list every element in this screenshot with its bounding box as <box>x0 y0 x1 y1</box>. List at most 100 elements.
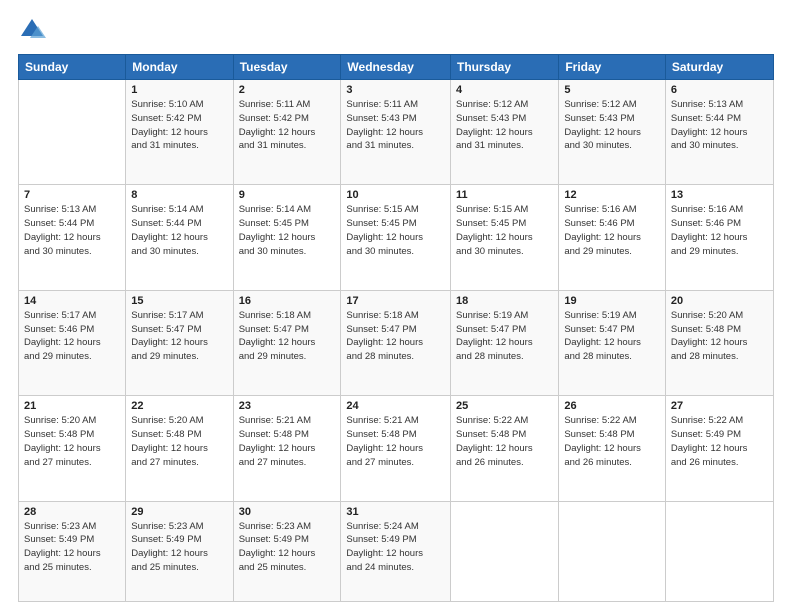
day-number: 30 <box>239 506 336 518</box>
day-number: 28 <box>24 506 120 518</box>
day-info: Sunrise: 5:11 AM Sunset: 5:43 PM Dayligh… <box>346 98 445 153</box>
day-info: Sunrise: 5:22 AM Sunset: 5:48 PM Dayligh… <box>564 414 660 469</box>
day-info: Sunrise: 5:20 AM Sunset: 5:48 PM Dayligh… <box>671 309 768 364</box>
day-info: Sunrise: 5:15 AM Sunset: 5:45 PM Dayligh… <box>346 203 445 258</box>
day-info: Sunrise: 5:23 AM Sunset: 5:49 PM Dayligh… <box>239 520 336 575</box>
calendar-cell: 18 Sunrise: 5:19 AM Sunset: 5:47 PM Dayli… <box>451 290 559 395</box>
day-number: 24 <box>346 400 445 412</box>
calendar-cell <box>665 501 773 601</box>
day-number: 26 <box>564 400 660 412</box>
day-number: 7 <box>24 189 120 201</box>
day-info: Sunrise: 5:22 AM Sunset: 5:48 PM Dayligh… <box>456 414 553 469</box>
calendar-cell: 21Sunrise: 5:20 AM Sunset: 5:48 PM Dayli… <box>19 396 126 501</box>
day-number: 20 <box>671 295 768 307</box>
day-info: Sunrise: 5:24 AM Sunset: 5:49 PM Dayligh… <box>346 520 445 575</box>
calendar-cell: 23 Sunrise: 5:21 AM Sunset: 5:48 PM Dayli… <box>233 396 341 501</box>
day-number: 18 <box>456 295 553 307</box>
day-number: 17 <box>346 295 445 307</box>
day-info: Sunrise: 5:14 AM Sunset: 5:45 PM Dayligh… <box>239 203 336 258</box>
day-info: Sunrise: 5:19 AM Sunset: 5:47 PM Dayligh… <box>456 309 553 364</box>
calendar-cell: 12Sunrise: 5:16 AM Sunset: 5:46 PM Dayli… <box>559 185 666 290</box>
week-row: 28 Sunrise: 5:23 AM Sunset: 5:49 PM Dayli… <box>19 501 774 601</box>
day-info: Sunrise: 5:12 AM Sunset: 5:43 PM Dayligh… <box>564 98 660 153</box>
column-header-friday: Friday <box>559 55 666 80</box>
day-info: Sunrise: 5:21 AM Sunset: 5:48 PM Dayligh… <box>239 414 336 469</box>
calendar-cell: 15 Sunrise: 5:17 AM Sunset: 5:47 PM Dayli… <box>126 290 233 395</box>
calendar-table: SundayMondayTuesdayWednesdayThursdayFrid… <box>18 54 774 602</box>
calendar-cell <box>451 501 559 601</box>
calendar-cell: 31Sunrise: 5:24 AM Sunset: 5:49 PM Dayli… <box>341 501 451 601</box>
calendar-cell: 16 Sunrise: 5:18 AM Sunset: 5:47 PM Dayli… <box>233 290 341 395</box>
week-row: 1 Sunrise: 5:10 AM Sunset: 5:42 PM Daylig… <box>19 80 774 185</box>
calendar-cell: 3 Sunrise: 5:11 AM Sunset: 5:43 PM Daylig… <box>341 80 451 185</box>
day-number: 23 <box>239 400 336 412</box>
day-number: 15 <box>131 295 227 307</box>
day-info: Sunrise: 5:20 AM Sunset: 5:48 PM Dayligh… <box>131 414 227 469</box>
column-header-wednesday: Wednesday <box>341 55 451 80</box>
day-number: 19 <box>564 295 660 307</box>
page: SundayMondayTuesdayWednesdayThursdayFrid… <box>0 0 792 612</box>
calendar-cell <box>559 501 666 601</box>
calendar-cell: 2 Sunrise: 5:11 AM Sunset: 5:42 PM Daylig… <box>233 80 341 185</box>
calendar-cell: 30 Sunrise: 5:23 AM Sunset: 5:49 PM Dayli… <box>233 501 341 601</box>
week-row: 7 Sunrise: 5:13 AM Sunset: 5:44 PM Daylig… <box>19 185 774 290</box>
day-number: 5 <box>564 84 660 96</box>
day-info: Sunrise: 5:15 AM Sunset: 5:45 PM Dayligh… <box>456 203 553 258</box>
calendar-cell: 6 Sunrise: 5:13 AM Sunset: 5:44 PM Daylig… <box>665 80 773 185</box>
day-info: Sunrise: 5:17 AM Sunset: 5:47 PM Dayligh… <box>131 309 227 364</box>
calendar-cell: 24 Sunrise: 5:21 AM Sunset: 5:48 PM Dayli… <box>341 396 451 501</box>
day-number: 22 <box>131 400 227 412</box>
calendar-cell: 19 Sunrise: 5:19 AM Sunset: 5:47 PM Dayli… <box>559 290 666 395</box>
calendar-cell: 1 Sunrise: 5:10 AM Sunset: 5:42 PM Daylig… <box>126 80 233 185</box>
day-info: Sunrise: 5:17 AM Sunset: 5:46 PM Dayligh… <box>24 309 120 364</box>
day-info: Sunrise: 5:21 AM Sunset: 5:48 PM Dayligh… <box>346 414 445 469</box>
day-info: Sunrise: 5:12 AM Sunset: 5:43 PM Dayligh… <box>456 98 553 153</box>
day-number: 2 <box>239 84 336 96</box>
calendar-cell: 11 Sunrise: 5:15 AM Sunset: 5:45 PM Dayli… <box>451 185 559 290</box>
column-header-thursday: Thursday <box>451 55 559 80</box>
column-header-sunday: Sunday <box>19 55 126 80</box>
day-info: Sunrise: 5:14 AM Sunset: 5:44 PM Dayligh… <box>131 203 227 258</box>
day-number: 3 <box>346 84 445 96</box>
column-header-monday: Monday <box>126 55 233 80</box>
day-info: Sunrise: 5:19 AM Sunset: 5:47 PM Dayligh… <box>564 309 660 364</box>
day-info: Sunrise: 5:23 AM Sunset: 5:49 PM Dayligh… <box>131 520 227 575</box>
day-number: 8 <box>131 189 227 201</box>
day-info: Sunrise: 5:10 AM Sunset: 5:42 PM Dayligh… <box>131 98 227 153</box>
calendar-cell: 14 Sunrise: 5:17 AM Sunset: 5:46 PM Dayli… <box>19 290 126 395</box>
calendar-cell: 8 Sunrise: 5:14 AM Sunset: 5:44 PM Daylig… <box>126 185 233 290</box>
column-header-tuesday: Tuesday <box>233 55 341 80</box>
day-info: Sunrise: 5:18 AM Sunset: 5:47 PM Dayligh… <box>239 309 336 364</box>
day-number: 9 <box>239 189 336 201</box>
calendar-cell: 4 Sunrise: 5:12 AM Sunset: 5:43 PM Daylig… <box>451 80 559 185</box>
day-info: Sunrise: 5:20 AM Sunset: 5:48 PM Dayligh… <box>24 414 120 469</box>
header-row: SundayMondayTuesdayWednesdayThursdayFrid… <box>19 55 774 80</box>
day-info: Sunrise: 5:13 AM Sunset: 5:44 PM Dayligh… <box>24 203 120 258</box>
day-number: 27 <box>671 400 768 412</box>
calendar-cell <box>19 80 126 185</box>
calendar-cell: 5 Sunrise: 5:12 AM Sunset: 5:43 PM Daylig… <box>559 80 666 185</box>
day-number: 14 <box>24 295 120 307</box>
day-info: Sunrise: 5:13 AM Sunset: 5:44 PM Dayligh… <box>671 98 768 153</box>
day-info: Sunrise: 5:11 AM Sunset: 5:42 PM Dayligh… <box>239 98 336 153</box>
calendar-cell: 13Sunrise: 5:16 AM Sunset: 5:46 PM Dayli… <box>665 185 773 290</box>
day-number: 4 <box>456 84 553 96</box>
calendar-cell: 29 Sunrise: 5:23 AM Sunset: 5:49 PM Dayli… <box>126 501 233 601</box>
day-info: Sunrise: 5:18 AM Sunset: 5:47 PM Dayligh… <box>346 309 445 364</box>
day-number: 12 <box>564 189 660 201</box>
column-header-saturday: Saturday <box>665 55 773 80</box>
calendar-cell: 22 Sunrise: 5:20 AM Sunset: 5:48 PM Dayli… <box>126 396 233 501</box>
day-number: 6 <box>671 84 768 96</box>
logo <box>18 16 50 44</box>
calendar-cell: 10 Sunrise: 5:15 AM Sunset: 5:45 PM Dayli… <box>341 185 451 290</box>
day-number: 29 <box>131 506 227 518</box>
calendar-cell: 20 Sunrise: 5:20 AM Sunset: 5:48 PM Dayli… <box>665 290 773 395</box>
day-number: 1 <box>131 84 227 96</box>
day-number: 11 <box>456 189 553 201</box>
calendar-cell: 9 Sunrise: 5:14 AM Sunset: 5:45 PM Daylig… <box>233 185 341 290</box>
day-number: 16 <box>239 295 336 307</box>
day-number: 10 <box>346 189 445 201</box>
calendar-cell: 25Sunrise: 5:22 AM Sunset: 5:48 PM Dayli… <box>451 396 559 501</box>
day-info: Sunrise: 5:22 AM Sunset: 5:49 PM Dayligh… <box>671 414 768 469</box>
calendar-cell: 28Sunrise: 5:23 AM Sunset: 5:49 PM Dayli… <box>19 501 126 601</box>
